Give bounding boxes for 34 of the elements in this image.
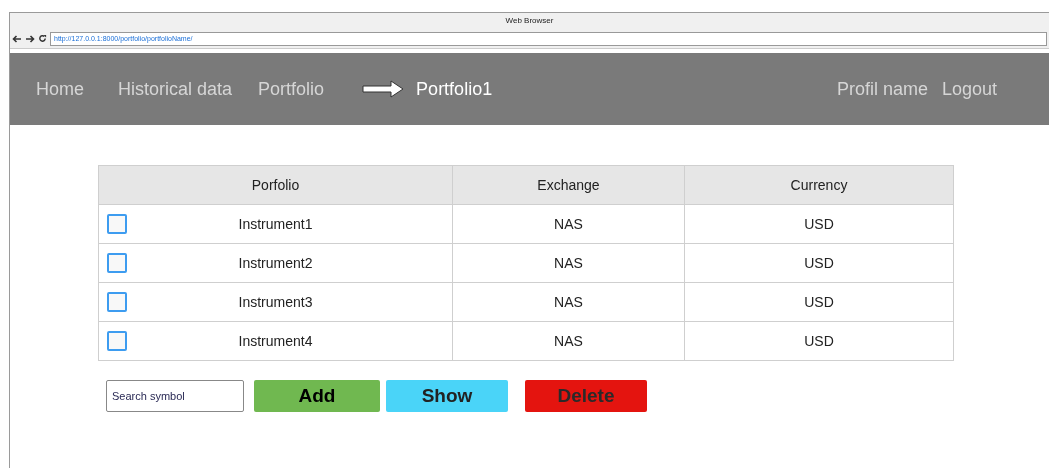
table-cell: NAS — [554, 215, 583, 232]
table-cell: USD — [804, 215, 834, 232]
column-header: Porfolio — [251, 176, 300, 193]
table-cell: NAS — [554, 254, 583, 271]
nav-link[interactable]: Home — [36, 75, 84, 103]
nav-link[interactable]: Profil name — [836, 75, 928, 103]
arrow-icon — [362, 80, 405, 98]
nav-link[interactable]: Logout — [941, 75, 997, 103]
table-cell: Instrument3 — [238, 293, 313, 310]
checkbox[interactable] — [107, 214, 127, 234]
table-cell: USD — [804, 254, 834, 271]
back-icon[interactable] — [12, 34, 22, 43]
table-cell: USD — [804, 293, 834, 310]
nav-link[interactable]: Portfolio — [258, 75, 325, 103]
table-cell: NAS — [554, 293, 583, 310]
forward-icon[interactable] — [25, 34, 35, 43]
table-cell: Instrument1 — [238, 215, 313, 232]
checkbox[interactable] — [107, 292, 127, 312]
reload-icon[interactable] — [38, 34, 47, 43]
checkbox[interactable] — [107, 331, 127, 351]
show-button[interactable]: Show — [386, 380, 508, 412]
nav-link[interactable]: Portfolio1 — [416, 75, 493, 103]
window-title: Web Browser — [505, 15, 554, 27]
add-button[interactable]: Add — [254, 380, 380, 412]
nav-link[interactable]: Historical data — [118, 75, 233, 103]
column-header: Currency — [790, 176, 848, 193]
search-field[interactable]: Search symbol — [106, 380, 244, 412]
table-cell: NAS — [554, 332, 583, 349]
column-header: Exchange — [537, 176, 600, 193]
table-cell: Instrument2 — [238, 254, 313, 271]
table-cell: Instrument4 — [238, 332, 313, 349]
checkbox[interactable] — [107, 253, 127, 273]
delete-button[interactable]: Delete — [525, 380, 647, 412]
table-cell: USD — [804, 332, 834, 349]
